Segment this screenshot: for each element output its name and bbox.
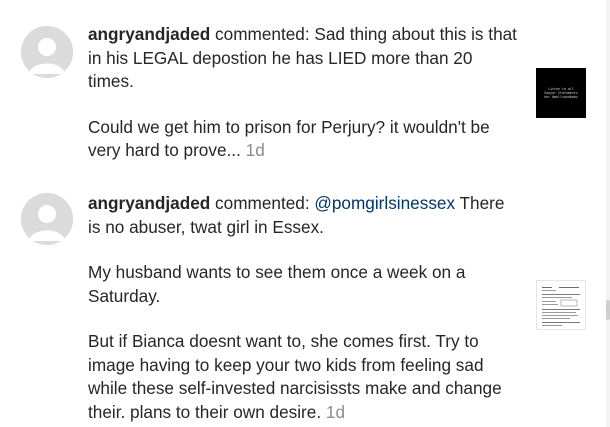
avatar[interactable] (21, 26, 73, 78)
username-link[interactable]: angryandjaded (88, 24, 210, 44)
timestamp: 1d (245, 140, 265, 160)
action-text: commented: (210, 193, 315, 213)
action-text: commented: (210, 24, 315, 44)
avatar[interactable] (21, 193, 73, 245)
scrollbar[interactable] (606, 0, 610, 427)
scrollbar-thumb[interactable] (606, 300, 610, 320)
post-thumbnail[interactable]: Listen to all Sawyer Statements her @mol… (536, 68, 586, 118)
username-link[interactable]: angryandjaded (88, 193, 210, 213)
comment-text: Could we get him to prison for Perjury? … (88, 116, 490, 161)
timestamp: 1d (325, 401, 346, 422)
notification-text: angryandjaded commented: @pomgirlsinesse… (88, 192, 520, 424)
notification-text: angryandjaded commented: Sad thing about… (88, 23, 520, 163)
mention-link[interactable]: @pomgirlsinessex (314, 193, 455, 213)
default-avatar-icon (21, 193, 73, 245)
document-thumbnail-icon (540, 284, 584, 328)
post-thumbnail[interactable] (536, 280, 586, 330)
thumbnail-caption: her @mollsandbaby (544, 95, 578, 99)
default-avatar-icon (21, 26, 73, 78)
comment-text: My husband wants to see them once a week… (88, 262, 466, 306)
comment-text: But if Bianca doesnt want to, she comes … (88, 331, 502, 422)
